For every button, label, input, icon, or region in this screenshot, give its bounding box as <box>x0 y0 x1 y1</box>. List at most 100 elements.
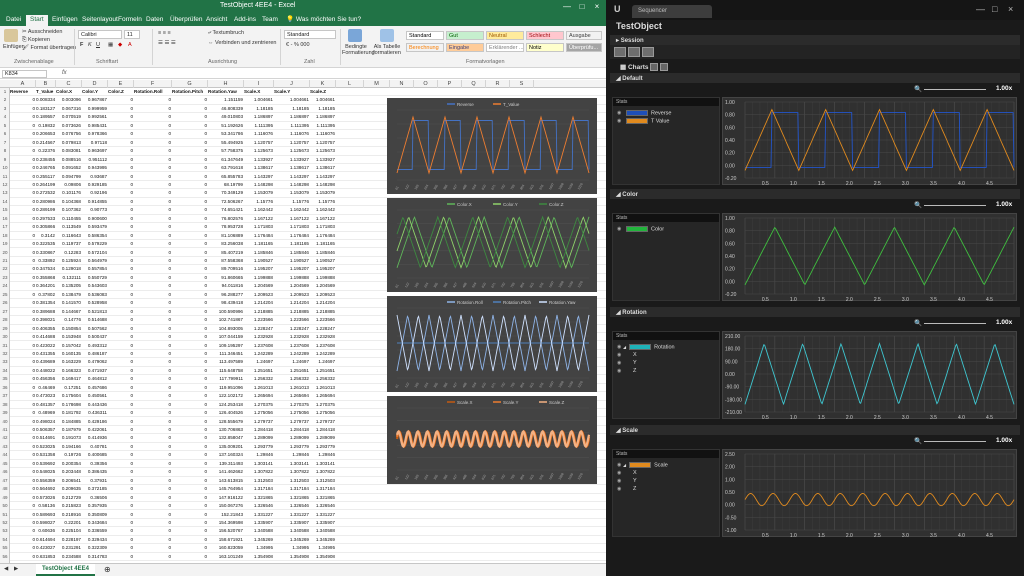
cell[interactable]: 1.331227 <box>274 511 310 519</box>
row-number[interactable]: 17 <box>0 224 10 229</box>
cell[interactable]: 0 <box>108 367 134 375</box>
cell[interactable]: 0 <box>172 426 208 434</box>
cell[interactable]: 0 <box>134 232 172 240</box>
cell[interactable]: 0 <box>10 156 36 164</box>
visibility-eye-icon[interactable]: ◉ <box>617 470 623 476</box>
excel-chart-0[interactable]: Reverse T_Value 61 122 183 244 305 366 427 488 549… <box>387 98 597 194</box>
cell[interactable]: 1.317184 <box>310 485 336 493</box>
maximize-icon[interactable]: □ <box>992 4 997 14</box>
cell[interactable]: 0 <box>134 527 172 535</box>
cell[interactable]: 1.148298 <box>244 181 274 189</box>
cell[interactable]: 0 <box>172 325 208 333</box>
cell[interactable]: 0.507562 <box>82 325 108 333</box>
cell[interactable]: 1.242289 <box>244 350 274 358</box>
cell[interactable]: 0 <box>172 316 208 324</box>
minimize-icon[interactable]: — <box>976 4 985 14</box>
cell[interactable]: 0.978366 <box>82 130 108 138</box>
cell[interactable]: 1.303141 <box>274 460 310 468</box>
cell[interactable]: 1.181165 <box>274 240 310 248</box>
cell[interactable]: 0 <box>134 147 172 155</box>
cell[interactable]: 0 <box>172 299 208 307</box>
cell[interactable]: 0.297533 <box>36 215 56 223</box>
cell[interactable]: 76.802576 <box>208 215 244 223</box>
cell[interactable]: 0 <box>10 223 36 231</box>
cell[interactable]: 1.289099 <box>244 434 274 442</box>
cell[interactable]: 0.536083 <box>82 291 108 299</box>
section-graph[interactable]: 2.50 2.00 1.00 0.50 0.00 -0.50 -1.00 0.5 1.0 1.5 2… <box>722 449 1017 539</box>
row-number[interactable]: 55 <box>0 545 10 550</box>
cell[interactable]: 0 <box>108 342 134 350</box>
tab-review[interactable]: Überprüfen <box>166 15 207 26</box>
expand-arrow-icon[interactable]: ◢ <box>623 462 626 467</box>
cell[interactable]: 0.138479 <box>56 291 82 299</box>
cell[interactable]: 0.400685 <box>82 451 108 459</box>
cell[interactable]: 0 <box>108 113 134 121</box>
cell[interactable]: 0 <box>108 164 134 172</box>
cell[interactable]: 0 <box>172 156 208 164</box>
cell-style-3[interactable]: Schlecht <box>526 31 564 40</box>
cell[interactable]: 0.214567 <box>36 139 56 147</box>
cell[interactable]: 0 <box>172 342 208 350</box>
cell[interactable]: 0 <box>10 291 36 299</box>
cell[interactable]: 0 <box>10 240 36 248</box>
cell[interactable]: 0 <box>10 282 36 290</box>
cell[interactable]: 1.307822 <box>274 468 310 476</box>
cell[interactable]: 100.590996 <box>208 308 244 316</box>
row-number[interactable]: 37 <box>0 393 10 398</box>
conditional-format-icon[interactable] <box>348 29 362 42</box>
cell[interactable]: 1.138617 <box>274 164 310 172</box>
cell[interactable]: 1.279737 <box>310 418 336 426</box>
cell[interactable]: 0 <box>134 375 172 383</box>
cell[interactable]: 0 <box>108 527 134 535</box>
cell[interactable]: 0.280986 <box>36 198 56 206</box>
row-number[interactable]: 11 <box>0 174 10 179</box>
cell[interactable]: 0.514688 <box>82 316 108 324</box>
cell[interactable]: 0.163229 <box>56 358 82 366</box>
cell[interactable]: 0 <box>108 519 134 527</box>
cell[interactable]: 1.004661 <box>310 96 336 104</box>
cell[interactable]: 0 <box>10 316 36 324</box>
cell[interactable]: 124.253418 <box>208 401 244 409</box>
column-title[interactable]: Rotation.Roll <box>134 88 172 96</box>
number-format-select[interactable]: Standard <box>284 30 336 39</box>
visibility-eye-icon[interactable]: ◉ <box>617 360 623 366</box>
zoom-slider[interactable] <box>924 441 986 442</box>
cell[interactable]: 1.111395 <box>310 122 336 130</box>
row-number[interactable]: 52 <box>0 520 10 525</box>
row-number[interactable]: 42 <box>0 435 10 440</box>
cell[interactable]: 0 <box>134 291 172 299</box>
stat-item[interactable]: ◉ Y <box>617 360 637 368</box>
tab-view[interactable]: Ansicht <box>202 15 231 26</box>
cell[interactable]: 0 <box>108 511 134 519</box>
cell[interactable]: 0 <box>10 173 36 181</box>
cell[interactable]: 143.613815 <box>208 477 244 485</box>
stat-item[interactable]: ◉ Reverse <box>617 110 671 118</box>
cell[interactable]: 1.167122 <box>310 215 336 223</box>
cell[interactable]: 0.556359 <box>36 477 56 485</box>
cell[interactable]: 0 <box>134 113 172 121</box>
cell[interactable]: 1.326546 <box>244 502 274 510</box>
cell[interactable]: 0 <box>10 409 36 417</box>
cell[interactable]: 0.579229 <box>82 240 108 248</box>
cell[interactable]: 0 <box>108 392 134 400</box>
cell[interactable]: 0.153948 <box>56 333 82 341</box>
cell[interactable]: 1.312503 <box>244 477 274 485</box>
cell[interactable]: 1.228247 <box>244 325 274 333</box>
cell[interactable]: 0 <box>134 401 172 409</box>
cell[interactable]: 0.423022 <box>36 342 56 350</box>
cell[interactable]: 0 <box>108 434 134 442</box>
merge-center-button[interactable]: ⇔ Verbinden und zentrieren <box>208 40 277 46</box>
cell[interactable]: 0.091652 <box>56 164 82 172</box>
cell[interactable]: 0 <box>108 257 134 265</box>
cell[interactable]: 1.120757 <box>244 139 274 147</box>
row-number[interactable]: 41 <box>0 427 10 432</box>
column-title[interactable]: Scale.X <box>244 88 274 96</box>
cell-style-2[interactable]: Neutral <box>486 31 524 40</box>
cell[interactable]: 128.555679 <box>208 418 244 426</box>
cell[interactable]: 0 <box>108 468 134 476</box>
cell[interactable]: 0 <box>134 249 172 257</box>
cell[interactable]: 0.39356 <box>82 460 108 468</box>
cell[interactable]: 0 <box>172 189 208 197</box>
column-header-G[interactable]: G <box>172 80 208 88</box>
cell[interactable]: 0.14776 <box>56 316 82 324</box>
